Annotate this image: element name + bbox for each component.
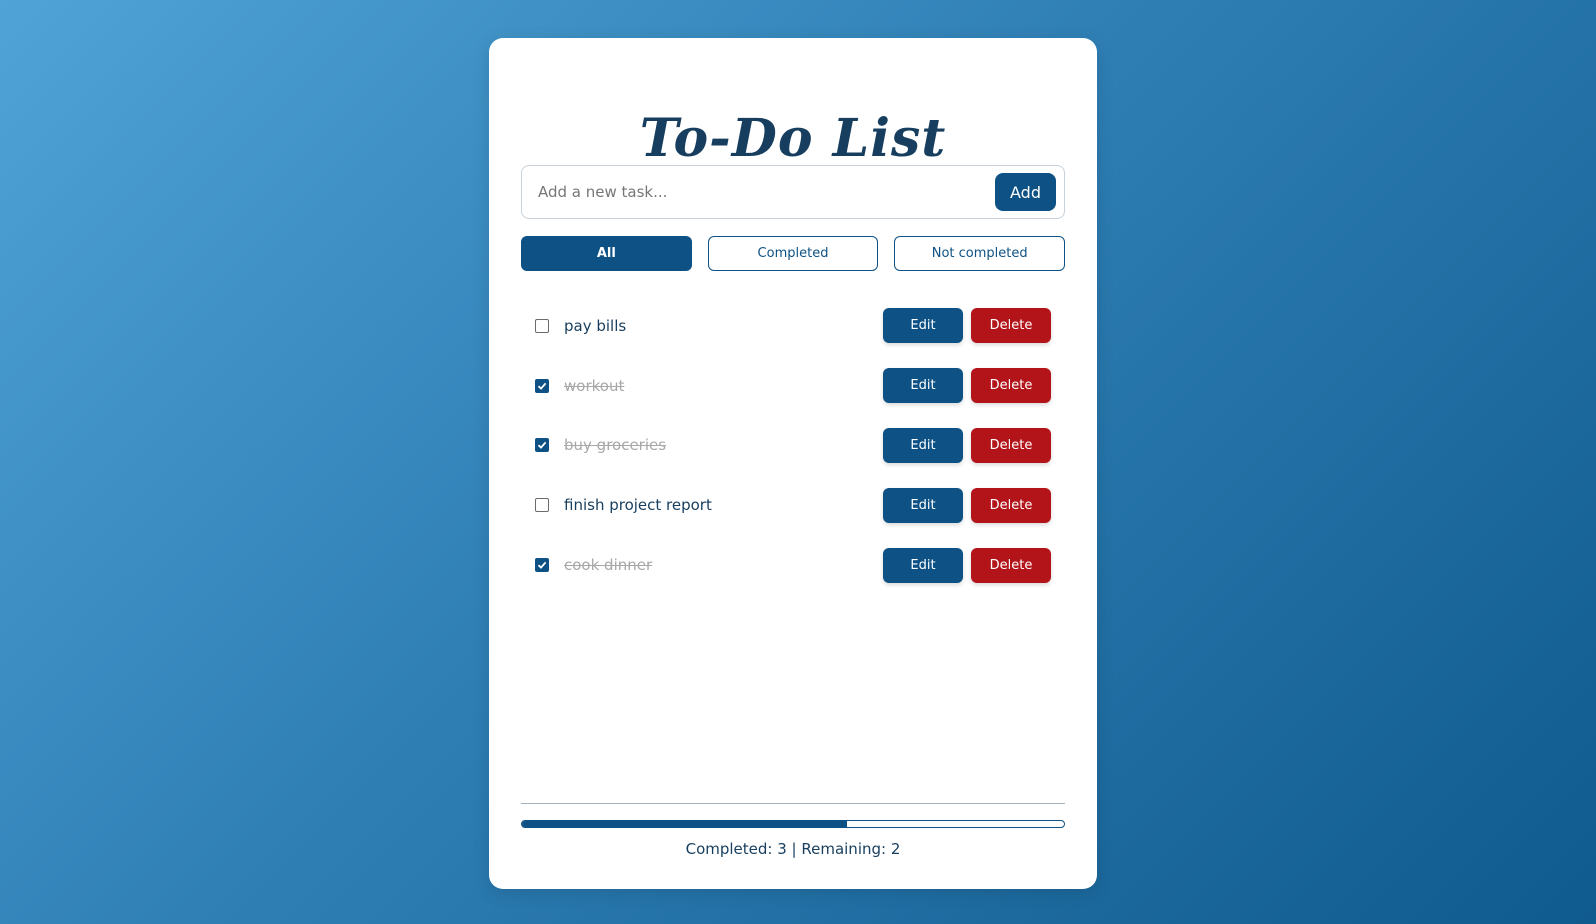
task-label: finish project report — [564, 496, 712, 515]
filter-all-button[interactable]: All — [521, 236, 692, 271]
edit-button[interactable]: Edit — [883, 308, 963, 344]
page-title: To-Do List — [639, 108, 947, 169]
delete-button[interactable]: Delete — [971, 368, 1051, 404]
task-list: pay bills Edit Delete workout Edit Delet… — [521, 296, 1065, 595]
add-task-row: Add — [521, 165, 1065, 219]
filter-bar: All Completed Not completed — [521, 236, 1066, 271]
task-label: workout — [564, 376, 625, 395]
new-task-input[interactable] — [538, 183, 995, 201]
delete-button[interactable]: Delete — [971, 427, 1051, 463]
delete-button[interactable]: Delete — [971, 487, 1051, 523]
task-checkbox[interactable] — [535, 558, 549, 573]
task-item: cook dinner Edit Delete — [521, 535, 1065, 595]
add-button[interactable]: Add — [995, 173, 1056, 211]
task-stats: Completed: 3 | Remaining: 2 — [685, 840, 901, 858]
task-checkbox[interactable] — [535, 498, 549, 513]
edit-button[interactable]: Edit — [883, 368, 963, 404]
filter-not-completed-button[interactable]: Not completed — [894, 236, 1066, 271]
task-checkbox[interactable] — [535, 378, 549, 393]
task-item: pay bills Edit Delete — [521, 296, 1065, 356]
task-checkbox[interactable] — [535, 318, 549, 333]
task-item: buy groceries Edit Delete — [521, 416, 1065, 476]
delete-button[interactable]: Delete — [971, 308, 1051, 344]
edit-button[interactable]: Edit — [883, 547, 963, 583]
delete-button[interactable]: Delete — [971, 547, 1051, 583]
task-label: pay bills — [564, 316, 627, 335]
edit-button[interactable]: Edit — [883, 487, 963, 523]
task-checkbox[interactable] — [535, 438, 549, 453]
todo-card: To-Do List Add All Completed Not complet… — [489, 38, 1097, 889]
filter-completed-button[interactable]: Completed — [707, 236, 879, 271]
progress-bar — [521, 820, 1065, 828]
task-label: cook dinner — [564, 556, 653, 575]
divider — [521, 803, 1065, 804]
edit-button[interactable]: Edit — [883, 427, 963, 463]
task-label: buy groceries — [564, 436, 667, 455]
task-item: finish project report Edit Delete — [521, 475, 1065, 535]
progress-fill — [522, 821, 848, 827]
task-item: workout Edit Delete — [521, 356, 1065, 416]
